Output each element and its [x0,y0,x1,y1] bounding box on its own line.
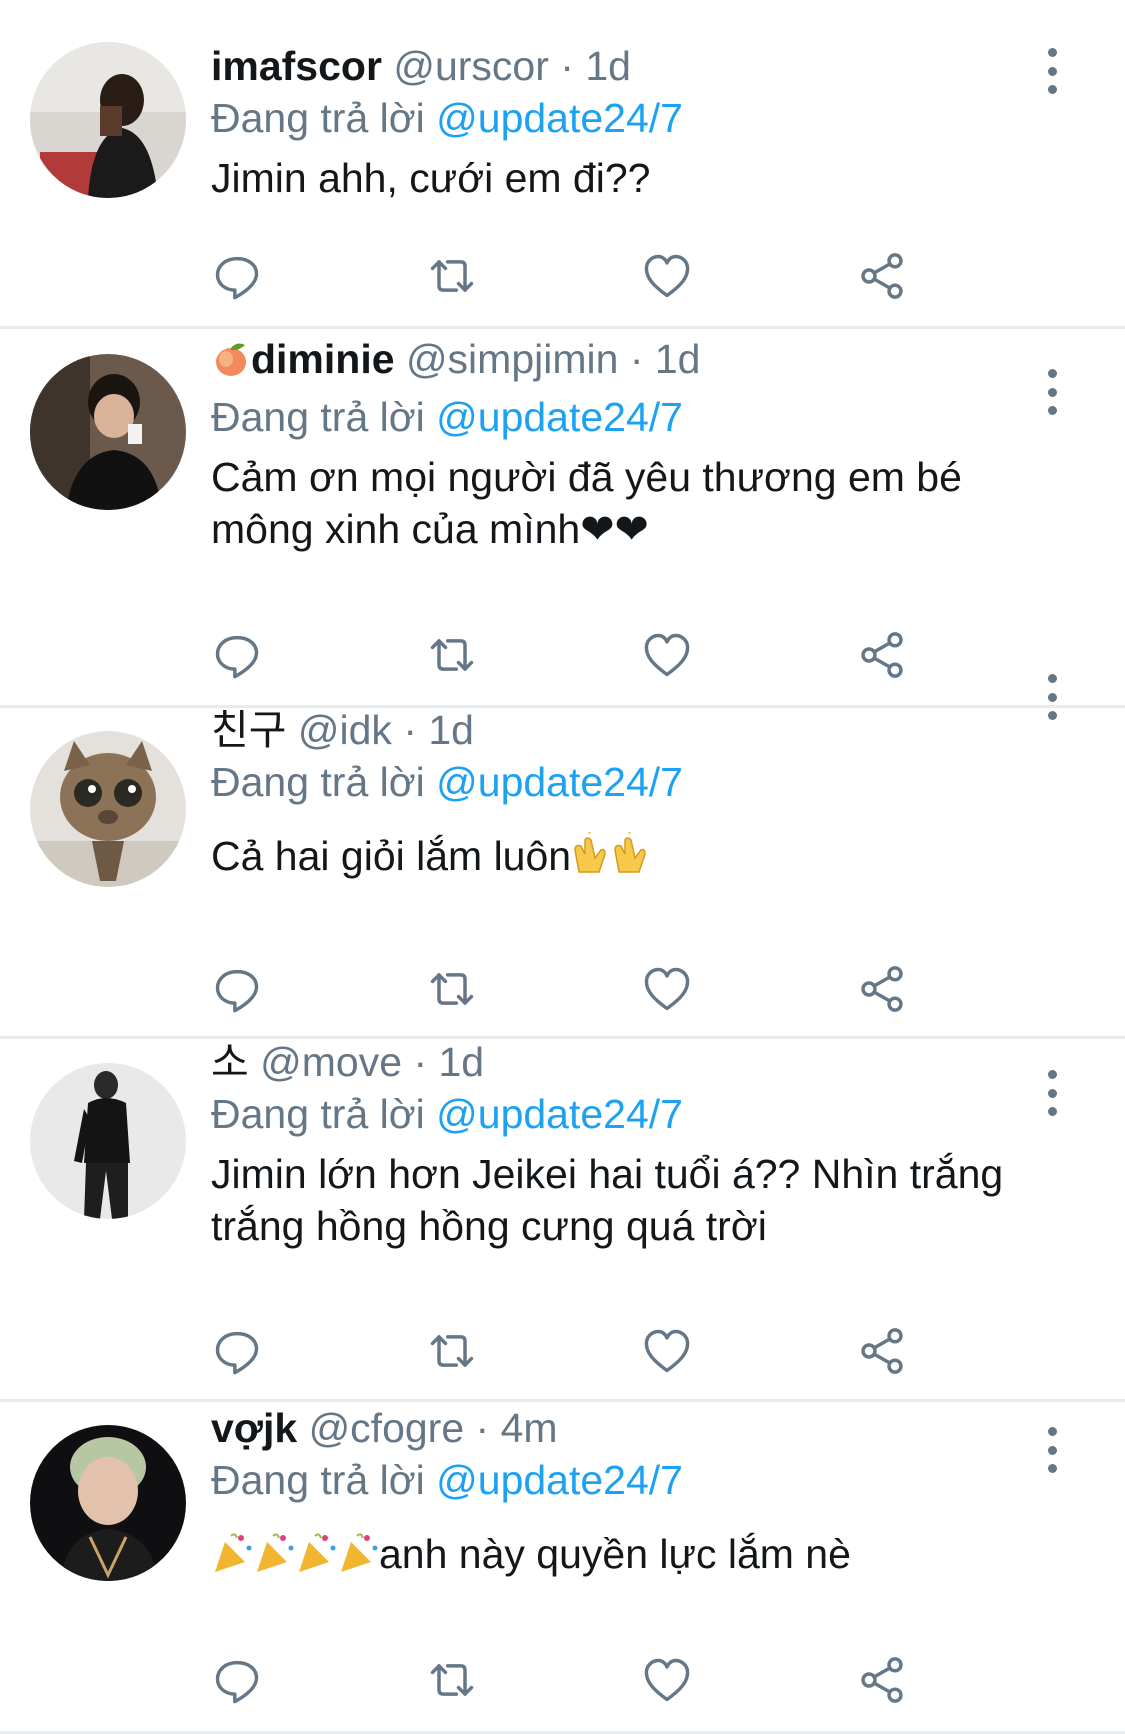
heart-icon[interactable] [641,1654,697,1710]
replying-to-handle[interactable]: @update24/7 [436,759,683,805]
reply-bubble-icon[interactable] [211,1654,267,1710]
tweet-text: Jimin lớn hơn Jeikei hai tuổi á?? Nhìn t… [211,1151,1004,1249]
retweet-icon[interactable] [426,1325,482,1381]
timestamp[interactable]: 4m [501,1405,558,1451]
avatar[interactable] [30,354,186,510]
tweet-text-wrap: Cả hai giỏi lắm luôn [211,829,1035,888]
separator-dot: · [413,1039,428,1085]
reply-feed: imafscor @urscor · 1d Đang trả lời @upda… [0,0,1125,1734]
reply-bubble-icon[interactable] [211,1325,267,1381]
action-bar [211,629,921,685]
more-vertical-icon[interactable] [1037,1427,1067,1473]
display-name[interactable]: 친구 [211,707,286,753]
party-popper-emoji-icon [211,1530,379,1586]
share-icon[interactable] [856,963,912,1019]
timestamp[interactable]: 1d [439,1039,485,1085]
replying-to: Đang trả lời @update24/7 [211,92,1035,144]
tweet-text: anh này quyền lực lắm nè [379,1531,851,1577]
separator-dot: · [560,43,574,89]
timestamp[interactable]: 1d [655,336,701,382]
more-vertical-icon[interactable] [1037,674,1067,720]
user-handle[interactable]: @simpjimin [406,336,618,382]
separator-dot: · [403,707,417,753]
avatar[interactable] [30,1063,186,1219]
tweet-header: diminie @simpjimin · 1d [211,333,1035,391]
display-name[interactable]: vợjk [211,1405,297,1451]
display-name[interactable]: 소 [211,1039,249,1085]
replying-to-handle[interactable]: @update24/7 [436,95,683,141]
tweet-card[interactable]: vợjk @cfogre · 4m Đang trả lời @update24… [0,1402,1125,1734]
separator-dot: · [629,336,644,382]
heart-icon[interactable] [641,1325,697,1381]
retweet-icon[interactable] [426,1654,482,1710]
replying-to-label: Đang trả lời [211,95,425,141]
replying-to-handle[interactable]: @update24/7 [436,394,683,440]
share-icon[interactable] [856,629,912,685]
reply-bubble-icon[interactable] [211,250,267,306]
tweet-text: Cả hai giỏi lắm luôn [211,833,572,879]
peach-emoji-icon [211,339,251,391]
user-handle[interactable]: @idk [298,707,392,753]
timestamp[interactable]: 1d [585,43,631,89]
tweet-header: vợjk @cfogre · 4m [211,1402,1035,1454]
replying-to: Đang trả lời @update24/7 [211,391,1035,443]
replying-to: Đang trả lời @update24/7 [211,756,1035,808]
user-handle[interactable]: @urscor [393,43,549,89]
replying-to-label: Đang trả lời [211,759,425,805]
replying-to: Đang trả lời @update24/7 [211,1088,1035,1140]
share-icon[interactable] [856,1654,912,1710]
tweet-header: 친구 @idk · 1d [211,704,1035,756]
avatar[interactable] [30,42,186,198]
action-bar [211,963,921,1019]
action-bar [211,250,921,306]
tweet-text-wrap: anh này quyền lực lắm nè [211,1528,1035,1586]
replying-to-handle[interactable]: @update24/7 [436,1457,683,1503]
tweet-card[interactable]: 친구 @idk · 1d Đang trả lời @update24/7 Cả… [0,674,1125,1036]
display-name[interactable]: diminie [251,336,395,382]
replying-to-label: Đang trả lời [211,1091,425,1137]
share-icon[interactable] [856,1325,912,1381]
more-vertical-icon[interactable] [1037,369,1067,415]
user-handle[interactable]: @cfogre [309,1405,465,1451]
tweet-card[interactable]: diminie @simpjimin · 1d Đang trả lời @up… [0,329,1125,705]
heart-icon[interactable] [641,629,697,685]
replying-to-label: Đang trả lời [211,394,425,440]
timestamp[interactable]: 1d [428,707,474,753]
retweet-icon[interactable] [426,963,482,1019]
tweet-header: 소 @move · 1d [211,1036,1035,1088]
tweet-text: Cảm ơn mọi người đã yêu thương em bé môn… [211,454,962,552]
heart-icon[interactable] [641,963,697,1019]
more-vertical-icon[interactable] [1037,1070,1067,1116]
display-name[interactable]: imafscor [211,43,382,89]
replying-to-handle[interactable]: @update24/7 [436,1091,683,1137]
clapping-hands-emoji-icon [571,829,655,888]
heart-icon[interactable] [641,250,697,306]
action-bar [211,1654,921,1710]
share-icon[interactable] [856,250,912,306]
reply-bubble-icon[interactable] [211,963,267,1019]
tweet-card[interactable]: imafscor @urscor · 1d Đang trả lời @upda… [0,0,1125,326]
tweet-header: imafscor @urscor · 1d [211,40,1035,92]
avatar[interactable] [30,731,186,887]
tweet-text: Jimin ahh, cưới em đi?? [211,155,651,201]
reply-bubble-icon[interactable] [211,629,267,685]
more-vertical-icon[interactable] [1037,48,1067,94]
retweet-icon[interactable] [426,250,482,306]
replying-to: Đang trả lời @update24/7 [211,1454,1035,1506]
retweet-icon[interactable] [426,629,482,685]
avatar[interactable] [30,1425,186,1581]
user-handle[interactable]: @move [260,1039,402,1085]
action-bar [211,1325,921,1381]
separator-dot: · [475,1405,490,1451]
tweet-card[interactable]: 소 @move · 1d Đang trả lời @update24/7 Ji… [0,1039,1125,1399]
replying-to-label: Đang trả lời [211,1457,425,1503]
